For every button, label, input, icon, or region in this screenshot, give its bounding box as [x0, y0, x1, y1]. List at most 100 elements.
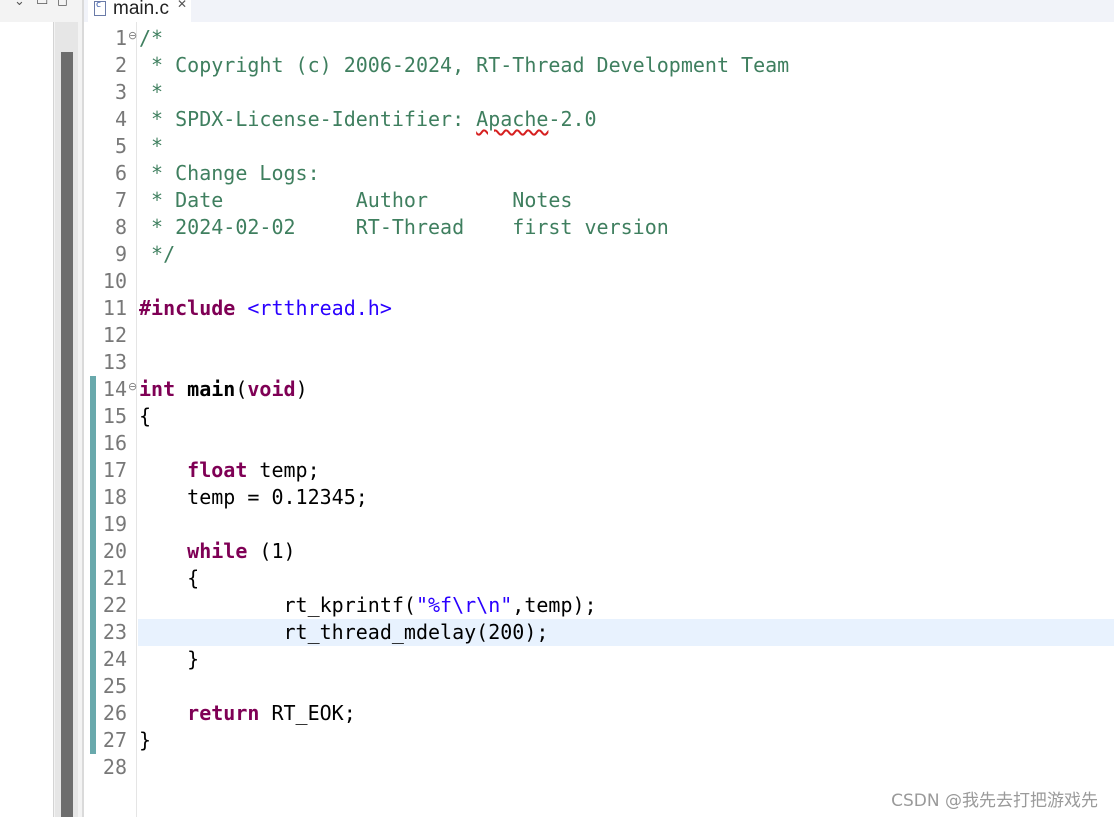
left-view-panel: ⌄ ▭ ◻ — [0, 0, 84, 817]
divider — [53, 22, 54, 817]
code-text: { — [139, 403, 151, 430]
chevron-down-icon[interactable]: ⌄ — [14, 0, 25, 9]
scrollbar-thumb[interactable] — [61, 52, 73, 817]
line-number: 18 — [102, 485, 127, 509]
code-text: int main(void) — [139, 376, 308, 403]
line-number: 9 — [114, 242, 127, 266]
code-token: /* — [139, 26, 164, 50]
code-line[interactable]: 5 * — [84, 133, 1114, 160]
tab-main-c[interactable]: main.c ✕ — [88, 0, 191, 22]
line-number: 27 — [102, 728, 127, 752]
c-file-icon — [94, 0, 106, 16]
code-line[interactable]: 20 while (1) — [84, 538, 1114, 565]
code-token: int — [139, 377, 176, 401]
line-number: 1 — [114, 26, 127, 50]
fold-collapse-icon[interactable]: ⊖ — [128, 25, 137, 47]
line-number: 2 — [114, 53, 127, 77]
code-text: * Change Logs: — [139, 160, 320, 187]
line-number: 20 — [102, 539, 127, 563]
code-line[interactable]: 22 rt_kprintf("%f\r\n",temp); — [84, 592, 1114, 619]
code-line[interactable]: 17 float temp; — [84, 457, 1114, 484]
line-number: 7 — [114, 188, 127, 212]
code-line[interactable]: 14 ⊖ int main(void) — [84, 376, 1114, 403]
line-number: 19 — [102, 512, 127, 536]
code-text: * — [139, 133, 163, 160]
code-token: * Change Logs: — [139, 161, 320, 185]
code-line[interactable]: 11 #include <rtthread.h> — [84, 295, 1114, 322]
code-line[interactable]: 9 */ — [84, 241, 1114, 268]
code-token: while — [187, 539, 248, 563]
current-code-line[interactable]: 23 rt_thread_mdelay(200); — [84, 619, 1114, 646]
code-text: return RT_EOK; — [139, 700, 356, 727]
code-line[interactable]: 4 * SPDX-License-Identifier: Apache-2.0 — [84, 106, 1114, 133]
code-token: <rtthread.h> — [247, 296, 392, 320]
code-line[interactable]: 6 * Change Logs: — [84, 160, 1114, 187]
code-line[interactable]: 24 } — [84, 646, 1114, 673]
code-token: * Copyright (c) 2006-2024, RT-Thread Dev… — [139, 53, 790, 77]
code-token: Apache — [476, 107, 549, 131]
code-token: float — [187, 458, 248, 482]
code-line[interactable]: 12 — [84, 322, 1114, 349]
code-text: rt_kprintf("%f\r\n",temp); — [139, 592, 596, 619]
view-toolbar: ⌄ ▭ ◻ — [0, 0, 84, 10]
code-line[interactable]: 15 { — [84, 403, 1114, 430]
code-line[interactable]: 8 * 2024-02-02 RT-Thread first version — [84, 214, 1114, 241]
line-number: 6 — [114, 161, 127, 185]
minimize-icon[interactable]: ▭ — [36, 0, 48, 9]
code-token: * SPDX-License-Identifier: — [139, 107, 477, 131]
code-token: -2.0 — [548, 107, 597, 131]
code-text: { — [139, 565, 199, 592]
code-text: * — [139, 79, 163, 106]
code-token: "%f\r\n" — [415, 593, 513, 617]
line-number: 13 — [102, 350, 127, 374]
code-line[interactable]: 16 — [84, 430, 1114, 457]
code-line[interactable]: 3 * — [84, 79, 1114, 106]
code-token: void — [247, 377, 296, 401]
line-number: 28 — [102, 755, 127, 779]
line-number: 3 — [114, 80, 127, 104]
code-line[interactable]: 10 — [84, 268, 1114, 295]
code-text: #include <rtthread.h> — [139, 295, 392, 322]
code-token: rt_thread_mdelay(200); — [139, 620, 549, 644]
code-token: * — [139, 134, 164, 158]
code-lines: 1 ⊖/* 2 * Copyright (c) 2006-2024, RT-Thre… — [84, 25, 1114, 781]
code-text: } — [139, 727, 151, 754]
line-number: 25 — [102, 674, 127, 698]
code-token: return — [187, 701, 260, 725]
code-text: * Copyright (c) 2006-2024, RT-Thread Dev… — [139, 52, 789, 79]
view-content — [0, 22, 53, 817]
code-line[interactable]: 28 — [84, 754, 1114, 781]
code-token: ( — [235, 377, 248, 401]
code-text: * Date Author Notes — [139, 187, 572, 214]
code-line[interactable]: 27} — [84, 727, 1114, 754]
code-token: * Date Author Notes — [139, 188, 573, 212]
code-line[interactable]: 25 — [84, 673, 1114, 700]
fold-collapse-icon[interactable]: ⊖ — [128, 376, 137, 398]
code-line[interactable]: 26 return RT_EOK; — [84, 700, 1114, 727]
maximize-icon[interactable]: ◻ — [57, 0, 68, 9]
code-line[interactable]: 13 — [84, 349, 1114, 376]
code-editor[interactable]: 1 ⊖/* 2 * Copyright (c) 2006-2024, RT-Thre… — [84, 22, 1114, 817]
code-token: } — [139, 728, 152, 752]
close-icon[interactable]: ✕ — [177, 0, 187, 11]
line-number: 15 — [102, 404, 127, 428]
code-text: while (1) — [139, 538, 296, 565]
code-line[interactable]: 18 temp = 0.12345; — [84, 484, 1114, 511]
code-line[interactable]: 7 * Date Author Notes — [84, 187, 1114, 214]
tab-label: main.c — [113, 0, 169, 19]
code-line[interactable]: 2 * Copyright (c) 2006-2024, RT-Thread D… — [84, 52, 1114, 79]
code-line[interactable]: 1 ⊖/* — [84, 25, 1114, 52]
code-text: temp = 0.12345; — [139, 484, 368, 511]
code-line[interactable]: 21 { — [84, 565, 1114, 592]
code-token: (1) — [247, 539, 296, 563]
line-number: 16 — [102, 431, 127, 455]
code-line[interactable]: 19 — [84, 511, 1114, 538]
code-text: /* — [139, 25, 163, 52]
line-number: 12 — [102, 323, 127, 347]
code-token: temp = 0.12345; — [139, 485, 368, 509]
line-number: 5 — [114, 134, 127, 158]
